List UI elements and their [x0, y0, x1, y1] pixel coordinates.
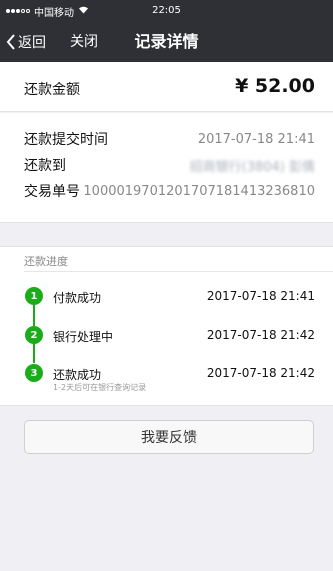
- step-label: 还款成功: [53, 368, 102, 382]
- step-time: 2017-07-18 21:42: [206, 366, 315, 380]
- divider: [24, 271, 333, 272]
- status-bar: 中国移动 22:05: [0, 0, 333, 22]
- order-row: 交易单号 100001970120170718141323681​0: [24, 180, 315, 202]
- destination-row: 还款到 招商银行(3804) 彭倩: [24, 154, 315, 176]
- chevron-left-icon: [6, 34, 16, 50]
- step-label: 付款成功: [53, 291, 102, 305]
- submit-time-row: 还款提交时间 2017-07-18 21:41: [24, 128, 315, 150]
- submit-time-value: 2017-07-18 21:41: [197, 131, 315, 147]
- amount-label: 还款金额: [24, 82, 80, 98]
- step-subtext: 1-2天后可在银行查询记录: [53, 383, 147, 392]
- status-time: 22:05: [152, 5, 181, 16]
- destination-label: 还款到: [24, 158, 66, 174]
- progress-connector: [33, 344, 35, 363]
- step-number-badge: 3: [25, 364, 43, 382]
- destination-value: 招商银行(3804) 彭倩: [189, 159, 315, 175]
- step-label: 银行处理中: [53, 330, 114, 344]
- nav-bar: 返回 关闭 记录详情: [0, 22, 333, 62]
- page-title: 记录详情: [134, 32, 199, 51]
- progress-card: 还款进度 1 付款成功 2017-07-18 21:41 2 银行处理中 201…: [0, 246, 333, 406]
- progress-connector: [33, 305, 35, 326]
- progress-header: 还款进度: [24, 255, 68, 268]
- submit-time-label: 还款提交时间: [24, 132, 108, 148]
- amount-value: ¥ 52.00: [235, 75, 315, 97]
- details-card: 还款提交时间 2017-07-18 21:41 还款到 招商银行(3804) 彭…: [0, 113, 333, 223]
- feedback-button[interactable]: 我要反馈: [24, 420, 314, 454]
- order-value: 100001970120170718141323681​0: [83, 183, 315, 199]
- close-button[interactable]: 关闭: [70, 31, 98, 53]
- step-number-badge: 1: [25, 287, 43, 305]
- step-number-badge: 2: [25, 326, 43, 344]
- back-label: 返回: [18, 35, 46, 51]
- back-button[interactable]: 返回: [6, 31, 46, 53]
- step-time: 2017-07-18 21:42: [206, 328, 315, 342]
- amount-card: 还款金额 ¥ 52.00: [0, 62, 333, 112]
- order-label: 交易单号: [24, 184, 80, 200]
- step-time: 2017-07-18 21:41: [206, 289, 315, 303]
